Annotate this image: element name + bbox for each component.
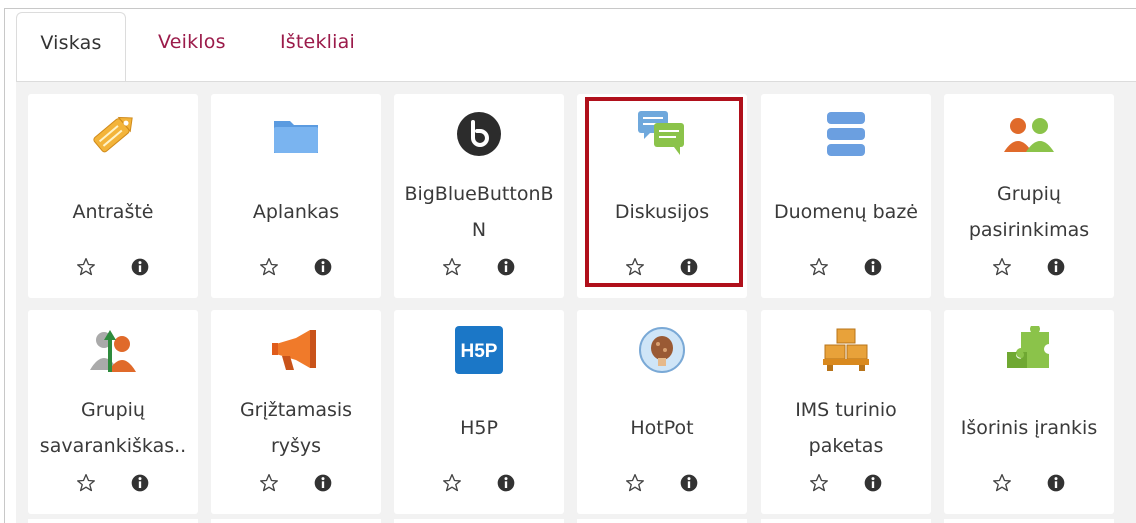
module-actions (394, 252, 564, 282)
card-partial (761, 519, 931, 523)
card-partial (28, 519, 198, 523)
module-label: BigBlueButtonB N (404, 183, 554, 241)
external-tool-puzzle-icon (944, 324, 1114, 376)
info-icon[interactable] (679, 257, 699, 277)
star-outline-icon[interactable] (809, 257, 829, 277)
star-outline-icon[interactable] (625, 257, 645, 277)
group-self-selection-icon (28, 324, 198, 376)
module-card[interactable]: Grupių savarankiškas.. (28, 310, 198, 514)
folder-icon (211, 108, 381, 160)
star-outline-icon[interactable] (625, 473, 645, 493)
module-actions (761, 468, 931, 498)
card-partial (394, 519, 564, 523)
module-card[interactable]: HotPot (577, 310, 747, 514)
module-label: HotPot (630, 417, 694, 439)
tab-activities[interactable]: Veiklos (136, 12, 248, 82)
info-icon[interactable] (313, 473, 333, 493)
star-outline-icon[interactable] (442, 473, 462, 493)
card-partial (211, 519, 381, 523)
module-actions (211, 252, 381, 282)
tab-bar: Viskas Veiklos Ištekliai (10, 12, 1130, 84)
star-outline-icon[interactable] (259, 473, 279, 493)
group-choice-icon (944, 108, 1114, 160)
module-actions (944, 252, 1114, 282)
tab-all[interactable]: Viskas (16, 12, 126, 82)
module-actions (394, 468, 564, 498)
card-partial (577, 519, 747, 523)
info-icon[interactable] (863, 473, 883, 493)
card-partial (944, 519, 1114, 523)
module-card[interactable]: Grupių pasirinkimas (944, 94, 1114, 298)
info-icon[interactable] (1046, 257, 1066, 277)
ims-package-icon (761, 324, 931, 376)
info-icon[interactable] (313, 257, 333, 277)
feedback-megaphone-icon (211, 324, 381, 376)
info-icon[interactable] (679, 473, 699, 493)
info-icon[interactable] (1046, 473, 1066, 493)
info-icon[interactable] (863, 257, 883, 277)
module-card[interactable]: Grįžtamasis ryšys (211, 310, 381, 514)
star-outline-icon[interactable] (809, 473, 829, 493)
hotpot-icon (577, 324, 747, 376)
star-outline-icon[interactable] (442, 257, 462, 277)
label-tag-icon (28, 108, 198, 160)
module-card[interactable]: H5P H5P (394, 310, 564, 514)
info-icon[interactable] (496, 257, 516, 277)
module-actions (761, 252, 931, 282)
module-card[interactable]: Antraštė (28, 94, 198, 298)
module-card[interactable]: Išorinis įrankis (944, 310, 1114, 514)
module-label: Duomenų bazė (774, 201, 918, 223)
tab-resources[interactable]: Ištekliai (258, 12, 377, 82)
module-label: Grupių savarankiškas.. (39, 399, 187, 457)
info-icon[interactable] (130, 473, 150, 493)
star-outline-icon[interactable] (76, 473, 96, 493)
info-icon[interactable] (130, 257, 150, 277)
star-outline-icon[interactable] (992, 473, 1012, 493)
module-label: Išorinis įrankis (960, 417, 1098, 439)
module-label: Grįžtamasis ryšys (239, 399, 353, 457)
module-actions (944, 468, 1114, 498)
module-card[interactable]: Diskusijos (577, 94, 747, 298)
module-card[interactable]: BigBlueButtonB N (394, 94, 564, 298)
module-actions (577, 468, 747, 498)
module-actions (211, 468, 381, 498)
module-card[interactable]: IMS turinio paketas (761, 310, 931, 514)
module-label: Antraštė (72, 201, 154, 223)
module-card[interactable]: Aplankas (211, 94, 381, 298)
module-label: Grupių pasirinkimas (968, 183, 1090, 241)
module-label: IMS turinio paketas (795, 399, 897, 457)
module-label: H5P (460, 417, 498, 439)
module-actions (28, 252, 198, 282)
database-icon (761, 108, 931, 160)
h5p-icon: H5P (394, 324, 564, 376)
star-outline-icon[interactable] (992, 257, 1012, 277)
module-label: Diskusijos (614, 201, 710, 223)
module-actions (28, 468, 198, 498)
module-card[interactable]: Duomenų bazė (761, 94, 931, 298)
star-outline-icon[interactable] (259, 257, 279, 277)
bigbluebutton-icon (394, 108, 564, 160)
star-outline-icon[interactable] (76, 257, 96, 277)
info-icon[interactable] (496, 473, 516, 493)
module-actions (577, 252, 747, 282)
svg-text:H5P: H5P (461, 341, 498, 362)
forum-icon (577, 108, 747, 160)
module-label: Aplankas (252, 201, 340, 223)
